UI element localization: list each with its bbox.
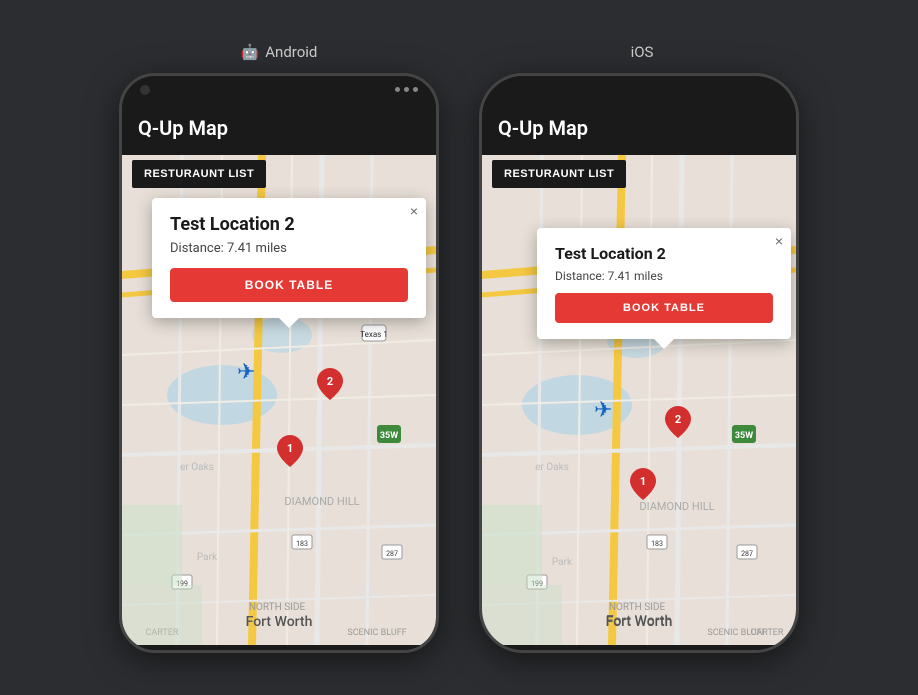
android-camera	[140, 85, 150, 95]
ios-label: iOS	[625, 43, 654, 61]
android-city-label: Fort Worth	[246, 614, 313, 630]
svg-text:NORTH SIDE: NORTH SIDE	[609, 602, 666, 613]
android-popup-title: Test Location 2	[170, 214, 408, 236]
ios-info-popup: × Test Location 2 Distance: 7.41 miles B…	[537, 228, 791, 339]
android-icon: 🤖	[241, 43, 260, 61]
svg-text:1: 1	[287, 442, 293, 455]
android-phone-frame: Q-Up Map	[119, 73, 439, 653]
ios-app-title: Q-Up Map	[498, 116, 588, 140]
svg-text:35W: 35W	[735, 431, 753, 441]
ios-app-header: Q-Up Map	[482, 104, 796, 150]
svg-text:35W: 35W	[380, 431, 398, 441]
svg-text:2: 2	[675, 413, 681, 426]
ios-map-container: 35W 35W Texas 1 NORTH SIDE SCENIC BLUFF …	[482, 150, 796, 650]
android-popup-close[interactable]: ×	[410, 204, 418, 218]
ios-label-text: iOS	[631, 43, 654, 61]
ios-popup-close[interactable]: ×	[775, 234, 783, 248]
android-section: 🤖 Android Q-Up Map	[119, 43, 439, 653]
wifi-icon	[404, 87, 409, 92]
restaurant-list-button[interactable]: RESTURAUNT LIST	[132, 160, 266, 188]
svg-text:287: 287	[741, 550, 753, 558]
svg-text:287: 287	[386, 550, 398, 558]
android-popup-distance: Distance: 7.41 miles	[170, 241, 408, 256]
svg-text:Park: Park	[197, 552, 218, 563]
android-status-bar	[122, 76, 436, 104]
signal-icon	[395, 87, 400, 92]
ios-map-svg: 35W 35W Texas 1 NORTH SIDE SCENIC BLUFF …	[482, 150, 796, 650]
android-label-text: Android	[265, 43, 317, 61]
svg-text:SCENIC BLUFF: SCENIC BLUFF	[347, 628, 406, 638]
svg-text:CARTER: CARTER	[751, 628, 784, 638]
ios-notch	[574, 76, 704, 102]
ios-plane-marker: ✈	[594, 398, 612, 423]
ios-city-label: Fort Worth	[606, 614, 673, 630]
ios-restaurant-list-button[interactable]: RESTURAUNT LIST	[492, 160, 626, 188]
ios-marker-1: 1	[630, 468, 656, 504]
android-app-header: Q-Up Map	[122, 104, 436, 150]
svg-text:183: 183	[651, 540, 663, 548]
svg-text:1: 1	[640, 475, 646, 488]
ios-marker-2: 2	[665, 406, 691, 442]
ios-popup-title: Test Location 2	[555, 244, 773, 263]
svg-text:NORTH SIDE: NORTH SIDE	[249, 602, 306, 613]
svg-text:Park: Park	[552, 557, 573, 568]
svg-text:DIAMOND HILL: DIAMOND HILL	[284, 495, 359, 508]
android-marker-2: 2	[317, 368, 343, 404]
svg-text:er Oaks: er Oaks	[535, 462, 569, 473]
ios-popup-distance: Distance: 7.41 miles	[555, 269, 773, 283]
android-plane-marker: ✈	[237, 360, 255, 385]
android-status-icons	[395, 87, 418, 92]
svg-text:Texas 1: Texas 1	[360, 330, 388, 339]
android-app-content: Q-Up Map	[122, 104, 436, 650]
ios-phone-frame: Q-Up Map	[479, 73, 799, 653]
page-container: 🤖 Android Q-Up Map	[59, 23, 859, 673]
android-app-title: Q-Up Map	[138, 116, 228, 140]
android-marker-1: 1	[277, 435, 303, 471]
ios-book-table-button[interactable]: BOOK TABLE	[555, 293, 773, 323]
svg-text:2: 2	[327, 375, 333, 388]
ios-section: iOS Q-Up Map	[479, 43, 799, 653]
ios-app-content: Q-Up Map	[482, 104, 796, 650]
android-book-table-button[interactable]: BOOK TABLE	[170, 268, 408, 302]
android-map-container: 35W 35W Texas 1 NORTH SIDE SCENIC BLUFF …	[122, 150, 436, 650]
android-info-popup: × Test Location 2 Distance: 7.41 miles B…	[152, 198, 426, 319]
battery-icon	[413, 87, 418, 92]
svg-text:er Oaks: er Oaks	[180, 462, 214, 473]
android-label: 🤖 Android	[241, 43, 318, 61]
svg-text:183: 183	[296, 540, 308, 548]
